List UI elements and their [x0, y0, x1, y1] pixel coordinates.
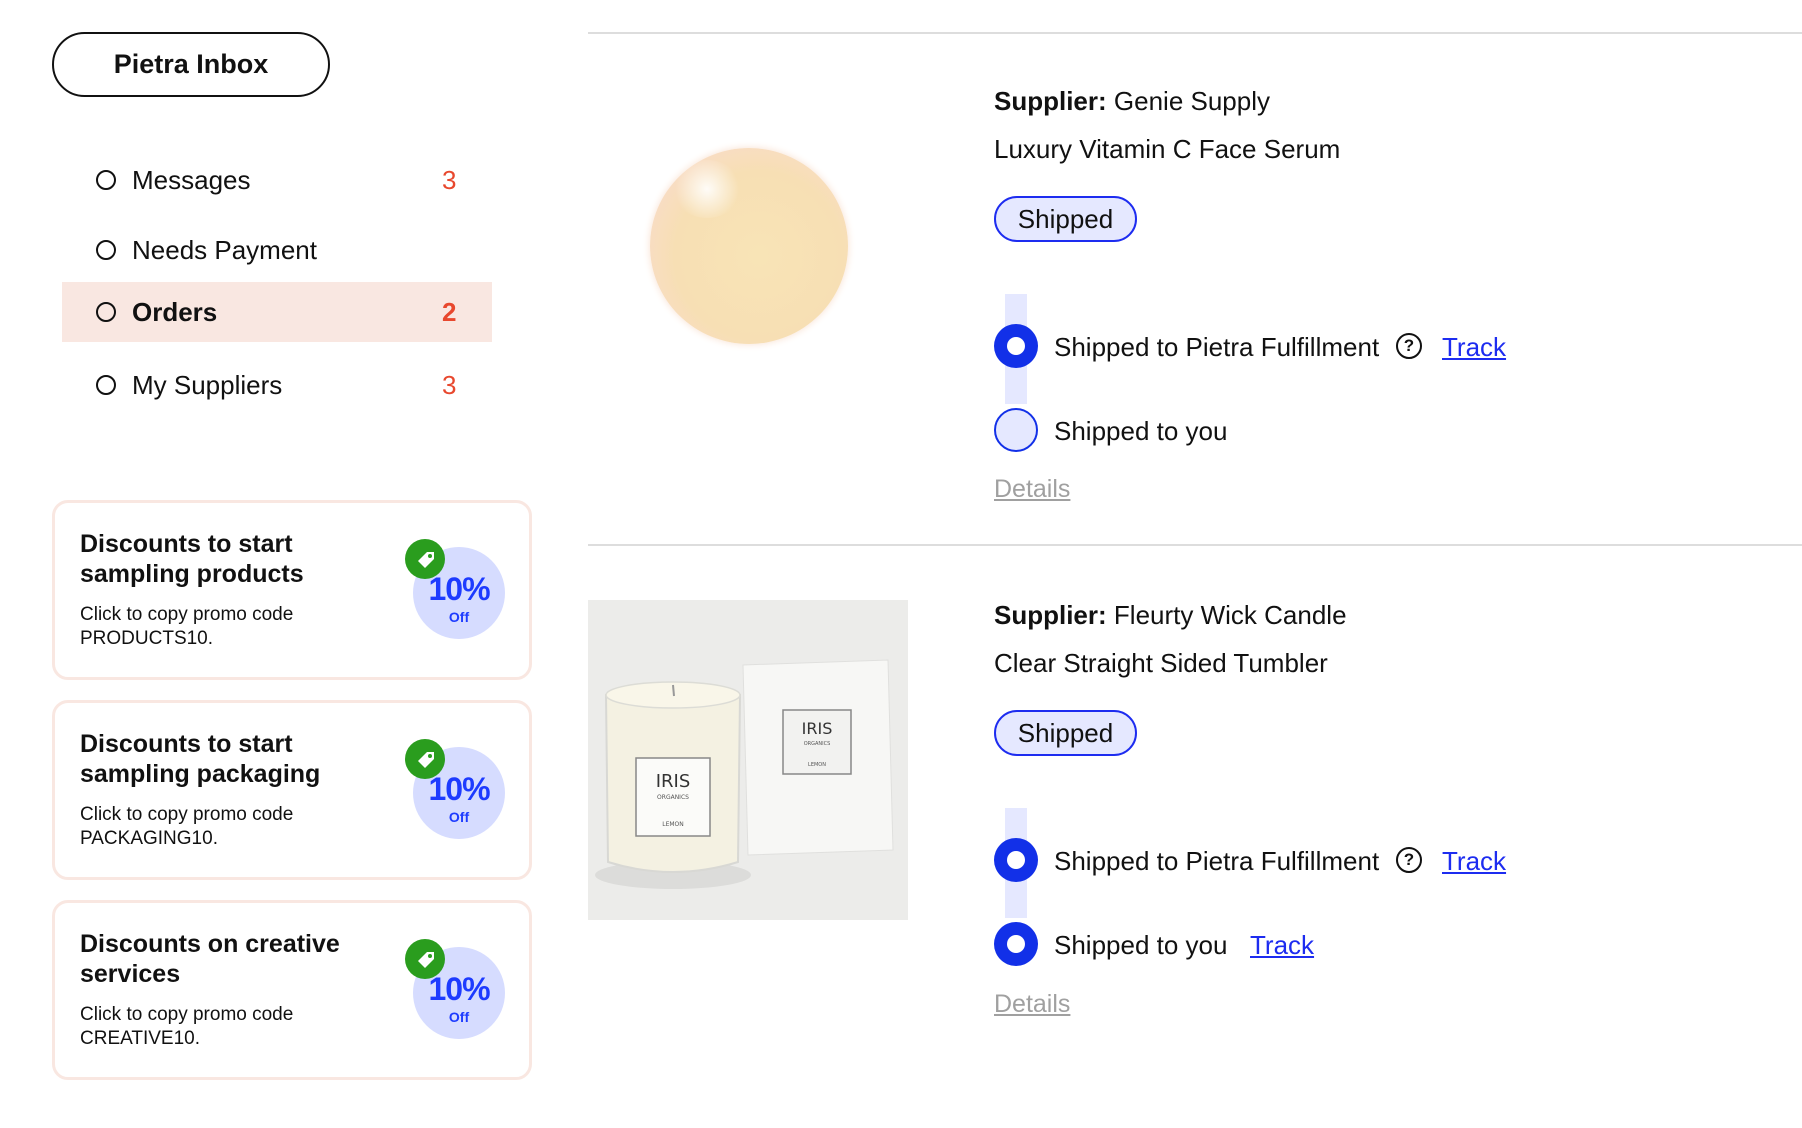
promo-title: Discounts on creative services	[80, 930, 340, 988]
badge-off: Off	[448, 1009, 470, 1025]
jar-brand-text: IRIS	[656, 771, 691, 792]
nav-label: Needs Payment	[132, 234, 317, 265]
question-circle-icon[interactable]: ?	[1396, 847, 1422, 873]
nav-label: Orders	[132, 296, 218, 327]
step-label: Shipped to you	[1054, 416, 1228, 446]
box-sub-text: ORGANICS	[804, 741, 831, 747]
step-label: Shipped to Pietra Fulfillment	[1054, 332, 1380, 362]
price-tag-icon	[405, 739, 445, 779]
divider	[588, 32, 1802, 34]
promo-card-products[interactable]: Discounts to start sampling products Cli…	[52, 500, 532, 680]
promo-title: Discounts to start sampling products	[80, 530, 304, 588]
divider	[588, 544, 1802, 546]
badge-off: Off	[448, 809, 470, 825]
status-badge: Shipped	[994, 710, 1137, 756]
pietra-inbox-button[interactable]: Pietra Inbox	[52, 32, 330, 97]
box-scent-text: LEMON	[808, 762, 826, 768]
step-complete-icon	[994, 324, 1038, 368]
supplier-line: Supplier: Genie Supply	[994, 86, 1270, 117]
box-brand-text: IRIS	[802, 719, 833, 738]
question-circle-icon[interactable]: ?	[1396, 333, 1422, 359]
nav-label: Messages	[132, 164, 251, 195]
promo-title: Discounts to start sampling packaging	[80, 730, 321, 788]
promo-body: Click to copy promo code PRODUCTS10.	[80, 604, 294, 649]
details-link[interactable]: Details	[994, 990, 1070, 1019]
nav-item-needs-payment[interactable]: Needs Payment	[62, 220, 492, 280]
promo-card-creative[interactable]: Discounts on creative services Click to …	[52, 900, 532, 1080]
supplier-name: Fleurty Wick Candle	[1113, 600, 1347, 630]
step-label: Shipped to you	[1054, 930, 1228, 960]
radio-icon	[96, 375, 116, 395]
jar-sub-text: ORGANICS	[657, 794, 689, 801]
product-image-shine	[672, 160, 742, 218]
product-name: Clear Straight Sided Tumbler	[994, 648, 1328, 678]
track-link[interactable]: Track	[1442, 846, 1506, 877]
track-link[interactable]: Track	[1250, 930, 1314, 961]
status-badge: Shipped	[994, 196, 1137, 242]
step-complete-icon	[994, 838, 1038, 882]
nav-item-messages[interactable]: Messages 3	[62, 150, 492, 210]
supplier-name: Genie Supply	[1113, 86, 1271, 116]
nav-item-my-suppliers[interactable]: My Suppliers 3	[62, 355, 492, 415]
supplier-label: Supplier:	[994, 600, 1107, 630]
product-image-candle: IRIS ORGANICS LEMON IRIS ORGANICS LEMON	[588, 600, 908, 920]
track-link[interactable]: Track	[1442, 332, 1506, 363]
details-link[interactable]: Details	[994, 475, 1070, 504]
price-tag-icon	[405, 539, 445, 579]
nav-count: 2	[442, 296, 457, 327]
nav-label: My Suppliers	[132, 369, 283, 400]
promo-body: Click to copy promo code PACKAGING10.	[80, 804, 294, 849]
nav-count: 3	[442, 369, 457, 400]
radio-icon	[96, 240, 116, 260]
supplier-line: Supplier: Fleurty Wick Candle	[994, 600, 1347, 631]
badge-off: Off	[448, 609, 470, 625]
step-pending-icon	[994, 408, 1038, 452]
nav-item-orders[interactable]: Orders 2	[62, 282, 492, 342]
step-label: Shipped to Pietra Fulfillment	[1054, 846, 1380, 876]
promo-body: Click to copy promo code CREATIVE10.	[80, 1004, 294, 1049]
promo-card-packaging[interactable]: Discounts to start sampling packaging Cl…	[52, 700, 532, 880]
jar-scent-text: LEMON	[662, 821, 684, 828]
supplier-label: Supplier:	[994, 86, 1107, 116]
nav-count: 3	[442, 164, 457, 195]
product-name: Luxury Vitamin C Face Serum	[994, 134, 1341, 164]
step-complete-icon	[994, 922, 1038, 966]
radio-icon	[96, 170, 116, 190]
price-tag-icon	[405, 939, 445, 979]
radio-icon	[96, 302, 116, 322]
